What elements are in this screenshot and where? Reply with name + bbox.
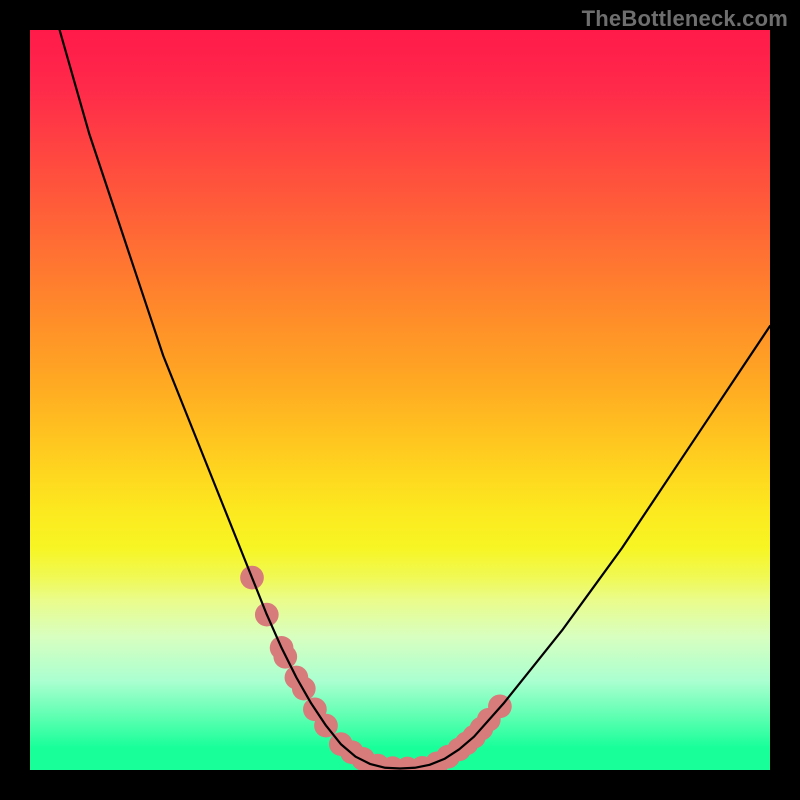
marker-dot [366,754,390,770]
marker-dot [455,732,479,756]
marker-dot [381,756,405,770]
marker-dot [273,645,297,669]
marker-dot [462,725,486,749]
chart-root: TheBottleneck.com [0,0,800,800]
marker-dot [436,745,460,769]
bottleneck-curve [60,30,770,769]
marker-dot [340,740,364,764]
marker-dot [255,603,279,627]
marker-dot [329,732,353,756]
marker-dot [240,566,264,590]
marker-dot [303,697,327,721]
marker-dot [425,752,449,771]
marker-dot [477,708,501,732]
marker-dot [351,747,375,770]
chart-svg [30,30,770,770]
plot-area [30,30,770,770]
marker-dots-group [240,566,512,770]
marker-dot [470,717,494,741]
marker-dot [314,714,338,738]
marker-dot [447,737,471,761]
marker-dot [285,666,309,690]
marker-dot [396,757,420,770]
marker-dot [488,695,512,719]
marker-dot [270,636,294,660]
watermark-text: TheBottleneck.com [582,6,788,32]
marker-dot [410,756,434,770]
marker-dot [292,677,316,701]
